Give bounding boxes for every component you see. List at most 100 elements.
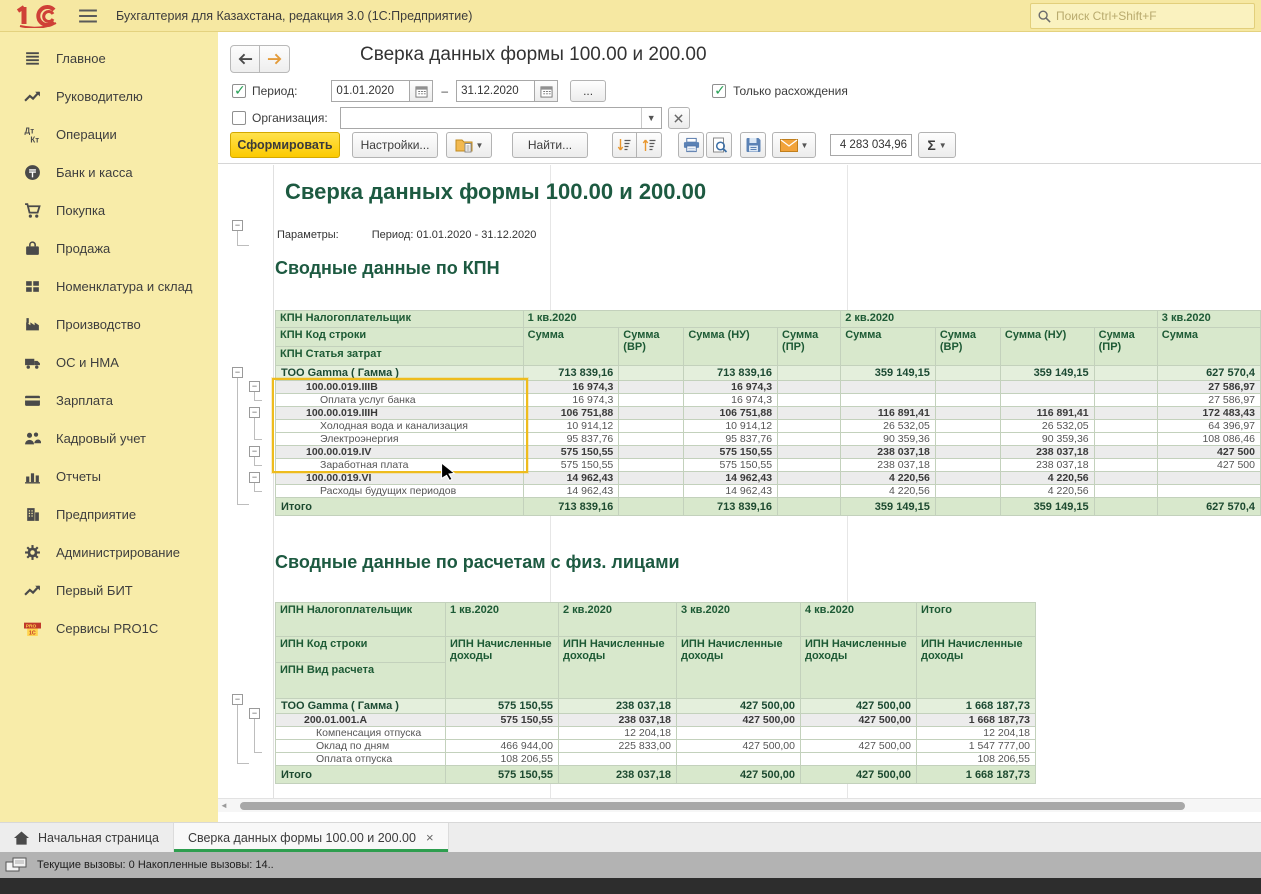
kpn-cell[interactable] xyxy=(935,472,1000,485)
group-collapse-button[interactable]: − xyxy=(232,367,243,378)
ipn-cell[interactable] xyxy=(801,753,917,766)
global-search[interactable] xyxy=(1030,3,1255,29)
ipn-cell[interactable]: 427 500,00 xyxy=(801,740,917,753)
settings-button[interactable]: Настройки... xyxy=(352,132,438,158)
search-input[interactable] xyxy=(1056,9,1236,23)
ipn-cell[interactable]: 1 668 187,73 xyxy=(917,714,1036,727)
sidebar-item-pervyj-bit[interactable]: Первый БИТ xyxy=(0,571,218,609)
tab-home[interactable]: Начальная страница xyxy=(0,823,174,852)
kpn-row-label[interactable]: Итого xyxy=(276,498,524,516)
kpn-cell[interactable] xyxy=(841,394,936,407)
kpn-cell[interactable]: 16 974,3 xyxy=(684,381,778,394)
kpn-cell[interactable]: 713 839,16 xyxy=(684,498,778,516)
kpn-cell[interactable]: 26 532,05 xyxy=(841,420,936,433)
sidebar-item-operacii[interactable]: ДтКтОперации xyxy=(0,115,218,153)
kpn-cell[interactable] xyxy=(778,498,841,516)
kpn-cell[interactable] xyxy=(778,420,841,433)
period-from-input[interactable] xyxy=(331,80,409,102)
kpn-cell[interactable] xyxy=(935,446,1000,459)
kpn-row-label[interactable]: 100.00.019.IIIН xyxy=(276,407,524,420)
ipn-row-label[interactable]: Оклад по дням xyxy=(276,740,446,753)
kpn-cell[interactable]: 627 570,4 xyxy=(1157,366,1260,381)
ipn-cell[interactable] xyxy=(677,753,801,766)
ipn-cell[interactable]: 1 668 187,73 xyxy=(917,766,1036,784)
sidebar-item-proizvodstvo[interactable]: Производство xyxy=(0,305,218,343)
kpn-cell[interactable] xyxy=(1094,446,1157,459)
kpn-cell[interactable] xyxy=(935,381,1000,394)
kpn-cell[interactable]: 4 220,56 xyxy=(1000,472,1094,485)
ipn-cell[interactable] xyxy=(446,727,559,740)
kpn-cell[interactable]: 106 751,88 xyxy=(523,407,619,420)
sidebar-item-bank-i-kassa[interactable]: Банк и касса xyxy=(0,153,218,191)
kpn-cell[interactable] xyxy=(1094,498,1157,516)
expand-groups-button[interactable] xyxy=(637,132,662,158)
autosum-button[interactable]: Σ ▼ xyxy=(918,132,956,158)
kpn-cell[interactable]: 95 837,76 xyxy=(523,433,619,446)
find-button[interactable]: Найти... xyxy=(512,132,588,158)
kpn-row-label[interactable]: Оплата услуг банка xyxy=(276,394,524,407)
sidebar-item-predpriyatie[interactable]: Предприятие xyxy=(0,495,218,533)
ipn-row-label[interactable]: ТОО Gamma ( Гамма ) xyxy=(276,699,446,714)
ipn-row-label[interactable]: 200.01.001.А xyxy=(276,714,446,727)
ipn-cell[interactable]: 1 668 187,73 xyxy=(917,699,1036,714)
kpn-cell[interactable] xyxy=(619,381,684,394)
print-preview-button[interactable] xyxy=(706,132,732,158)
kpn-cell[interactable] xyxy=(1157,485,1260,498)
sidebar-item-rukovoditelyu[interactable]: Руководителю xyxy=(0,77,218,115)
copy-result-button[interactable]: ▼ xyxy=(446,132,492,158)
kpn-cell[interactable] xyxy=(619,433,684,446)
kpn-cell[interactable]: 106 751,88 xyxy=(684,407,778,420)
kpn-cell[interactable]: 26 532,05 xyxy=(1000,420,1094,433)
kpn-cell[interactable] xyxy=(619,498,684,516)
sidebar-item-nomenklatura-i-sklad[interactable]: Номенклатура и склад xyxy=(0,267,218,305)
kpn-cell[interactable] xyxy=(619,366,684,381)
kpn-cell[interactable]: 16 974,3 xyxy=(684,394,778,407)
kpn-cell[interactable]: 14 962,43 xyxy=(684,485,778,498)
kpn-cell[interactable] xyxy=(1094,420,1157,433)
kpn-cell[interactable]: 16 974,3 xyxy=(523,394,619,407)
ipn-row-label[interactable]: Итого xyxy=(276,766,446,784)
ipn-cell[interactable]: 108 206,55 xyxy=(917,753,1036,766)
sidebar-item-kadrovyj-uchet[interactable]: Кадровый учет xyxy=(0,419,218,457)
kpn-cell[interactable]: 14 962,43 xyxy=(684,472,778,485)
kpn-cell[interactable]: 4 220,56 xyxy=(841,472,936,485)
ipn-cell[interactable]: 238 037,18 xyxy=(559,766,677,784)
kpn-cell[interactable]: 90 359,36 xyxy=(1000,433,1094,446)
period-checkbox[interactable] xyxy=(232,84,246,98)
kpn-cell[interactable] xyxy=(1094,366,1157,381)
sidebar-item-prodazha[interactable]: Продажа xyxy=(0,229,218,267)
kpn-cell[interactable]: 4 220,56 xyxy=(1000,485,1094,498)
sidebar-item-glavnoe[interactable]: Главное xyxy=(0,39,218,77)
kpn-cell[interactable]: 108 086,46 xyxy=(1157,433,1260,446)
kpn-cell[interactable] xyxy=(1094,485,1157,498)
kpn-cell[interactable] xyxy=(935,366,1000,381)
send-mail-button[interactable]: ▼ xyxy=(772,132,816,158)
kpn-cell[interactable]: 359 149,15 xyxy=(841,366,936,381)
kpn-row-label[interactable]: ТОО Gamma ( Гамма ) xyxy=(276,366,524,381)
kpn-cell[interactable] xyxy=(841,381,936,394)
kpn-cell[interactable] xyxy=(935,498,1000,516)
group-collapse-button[interactable]: − xyxy=(249,708,260,719)
kpn-cell[interactable] xyxy=(619,446,684,459)
kpn-cell[interactable]: 359 149,15 xyxy=(1000,498,1094,516)
kpn-cell[interactable]: 627 570,4 xyxy=(1157,498,1260,516)
kpn-cell[interactable]: 95 837,76 xyxy=(684,433,778,446)
kpn-cell[interactable]: 238 037,18 xyxy=(841,459,936,472)
ipn-row-label[interactable]: Компенсация отпуска xyxy=(276,727,446,740)
kpn-cell[interactable]: 238 037,18 xyxy=(1000,446,1094,459)
ipn-cell[interactable]: 575 150,55 xyxy=(446,766,559,784)
kpn-cell[interactable]: 14 962,43 xyxy=(523,472,619,485)
group-collapse-button[interactable]: − xyxy=(249,381,260,392)
chevron-down-icon[interactable]: ▼ xyxy=(641,108,661,128)
calendar-button-to[interactable] xyxy=(534,80,558,102)
kpn-cell[interactable] xyxy=(1000,394,1094,407)
ipn-cell[interactable] xyxy=(559,753,677,766)
ipn-cell[interactable]: 238 037,18 xyxy=(559,699,677,714)
kpn-row-label[interactable]: Холодная вода и канализация xyxy=(276,420,524,433)
kpn-cell[interactable]: 10 914,12 xyxy=(523,420,619,433)
kpn-cell[interactable] xyxy=(778,381,841,394)
ipn-cell[interactable]: 427 500,00 xyxy=(801,714,917,727)
kpn-cell[interactable]: 4 220,56 xyxy=(841,485,936,498)
kpn-cell[interactable] xyxy=(619,394,684,407)
kpn-row-label[interactable]: Электроэнергия xyxy=(276,433,524,446)
